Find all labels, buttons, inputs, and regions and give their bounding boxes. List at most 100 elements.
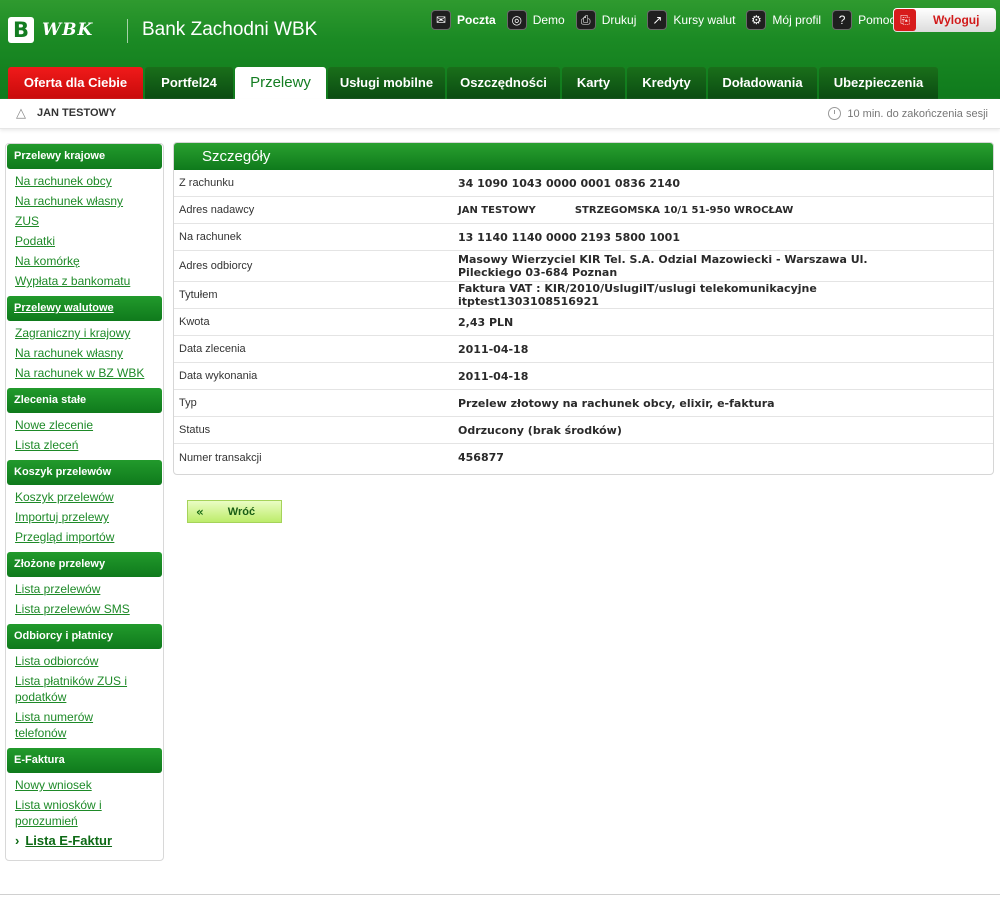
top-link-label: Demo <box>532 13 565 27</box>
detail-value: JAN TESTOWY STRZEGOMSKA 10/1 51-950 WROC… <box>458 203 993 217</box>
session-text: 10 min. do zakończenia sesji <box>847 107 988 120</box>
detail-label: Numer transakcji <box>179 451 262 464</box>
detail-value: Masowy Wierzyciel KIR Tel. S.A. Odzial M… <box>458 253 868 279</box>
top-link-label: Pomoc <box>858 13 896 27</box>
top-links: ✉ Poczta ◎ Demo ⎙ Drukuj ↗ Kursy walut ⚙… <box>431 9 906 31</box>
sidebar-item[interactable]: Na komórkę <box>15 253 163 269</box>
sidebar-heading: Koszyk przelewów <box>7 460 162 485</box>
detail-row: Na rachunek 13 1140 1140 0000 2193 5800 … <box>174 224 993 251</box>
sidebar-item[interactable]: Importuj przelewy <box>15 509 163 525</box>
tab-cards[interactable]: Karty <box>562 67 625 99</box>
sidebar-item[interactable]: Na rachunek własny <box>15 345 163 361</box>
logout-button[interactable]: ⎘ Wyloguj <box>893 8 996 32</box>
detail-value: Odrzucony (brak środków) <box>458 423 622 437</box>
top-link-label: Poczta <box>457 13 496 27</box>
sidebar-item[interactable]: Nowe zlecenie <box>15 417 163 433</box>
tab-top-ups[interactable]: Doładowania <box>708 67 817 99</box>
detail-row: Kwota 2,43 PLN <box>174 309 993 336</box>
footer-divider <box>0 894 1000 895</box>
sidebar-item-current[interactable]: Lista E-Faktur <box>15 833 163 849</box>
print-icon: ⎙ <box>575 10 596 30</box>
sender-name: JAN TESTOWY <box>458 205 536 216</box>
sidebar-section: Odbiorcy i płatnicy Lista odbiorców List… <box>6 624 163 748</box>
tab-portfel24[interactable]: Portfel24 <box>145 67 233 99</box>
tab-offer[interactable]: Oferta dla Ciebie <box>8 67 143 99</box>
top-link-exchange-rates[interactable]: ↗ Kursy walut <box>647 10 735 30</box>
detail-row: Status Odrzucony (brak środków) <box>174 417 993 444</box>
detail-label: Z rachunku <box>179 177 235 189</box>
sidebar-item[interactable]: Lista płatników ZUS i podatków <box>15 673 143 705</box>
sidebar-item[interactable]: Na rachunek w BZ WBK <box>15 365 163 381</box>
tab-insurance[interactable]: Ubezpieczenia <box>819 67 938 99</box>
top-link-help[interactable]: ? Pomoc <box>832 10 895 30</box>
top-link-demo[interactable]: ◎ Demo <box>506 10 565 30</box>
user-bar: △ JAN TESTOWY 10 min. do zakończenia ses… <box>0 99 1000 129</box>
detail-value: 456877 <box>458 451 504 464</box>
sidebar-item[interactable]: Na rachunek obcy <box>15 173 163 189</box>
user-name: JAN TESTOWY <box>37 107 117 119</box>
sidebar-item[interactable]: Wypłata z bankomatu <box>15 273 163 289</box>
sidebar-item[interactable]: Przegląd importów <box>15 529 163 545</box>
main-tabs: Oferta dla Ciebie Portfel24 Przelewy Usł… <box>8 67 940 99</box>
sidebar-item[interactable]: Na rachunek własny <box>15 193 163 209</box>
detail-label: Adres odbiorcy <box>179 260 253 272</box>
sidebar-section: Przelewy walutowe Zagraniczny i krajowy … <box>6 296 163 388</box>
sidebar-item[interactable]: Lista przelewów <box>15 581 163 597</box>
sidebar-item[interactable]: Nowy wniosek <box>15 777 163 793</box>
detail-row: Numer transakcji 456877 <box>174 444 993 471</box>
sidebar-item[interactable]: Lista zleceń <box>15 437 163 453</box>
top-link-print[interactable]: ⎙ Drukuj <box>575 10 637 30</box>
transfer-details-panel: Szczegóły Z rachunku 34 1090 1043 0000 0… <box>173 142 994 475</box>
help-icon: ? <box>832 10 853 30</box>
sidebar-heading[interactable]: Przelewy walutowe <box>7 296 162 321</box>
sidebar-heading: Odbiorcy i płatnicy <box>7 624 162 649</box>
tab-savings[interactable]: Oszczędności <box>447 67 560 99</box>
tab-transfers[interactable]: Przelewy <box>235 67 326 99</box>
bank-logo[interactable]: B WBK <box>8 17 93 43</box>
top-link-label: Drukuj <box>601 13 637 27</box>
mail-icon: ✉ <box>431 10 451 30</box>
detail-value: 2,43 PLN <box>458 315 514 329</box>
top-link-profile[interactable]: ⚙ Mój profil <box>746 10 821 30</box>
logout-label: Wyloguj <box>933 13 980 27</box>
detail-label: Typ <box>179 397 197 409</box>
header-divider <box>127 19 128 43</box>
sidebar-item[interactable]: Koszyk przelewów <box>15 489 163 505</box>
sidebar-item[interactable]: Lista wniosków i porozumień <box>15 797 115 829</box>
top-link-label: Mój profil <box>772 13 822 27</box>
sidebar-item[interactable]: ZUS <box>15 213 163 229</box>
tab-mobile-services[interactable]: Usługi mobilne <box>328 67 445 99</box>
detail-row: Tytułem Faktura VAT : KIR/2010/UslugiIT/… <box>174 282 993 309</box>
logo-text: WBK <box>42 20 94 40</box>
detail-row: Adres odbiorcy Masowy Wierzyciel KIR Tel… <box>174 251 993 282</box>
sidebar-heading: Złożone przelewy <box>7 552 162 577</box>
detail-value: Faktura VAT : KIR/2010/UslugiIT/uslugi t… <box>458 282 817 308</box>
demo-icon: ◎ <box>506 10 527 30</box>
top-link-mail[interactable]: ✉ Poczta <box>431 10 496 30</box>
sidebar-menu: Przelewy krajowe Na rachunek obcy Na rac… <box>5 143 164 861</box>
sidebar-item[interactable]: Lista numerów telefonów <box>15 709 115 741</box>
sidebar-item[interactable]: Lista przelewów SMS <box>15 601 163 617</box>
detail-value: Przelew złotowy na rachunek obcy, elixir… <box>458 396 775 410</box>
clock-icon <box>828 107 842 120</box>
back-button-label: Wróć <box>227 505 256 518</box>
sidebar-item[interactable]: Zagraniczny i krajowy <box>15 325 163 341</box>
bank-name: Bank Zachodni WBK <box>142 19 318 40</box>
detail-value: 2011-04-18 <box>458 342 529 356</box>
sidebar-section: Zlecenia stałe Nowe zlecenie Lista zlece… <box>6 388 163 460</box>
sidebar-item[interactable]: Lista odbiorców <box>15 653 163 669</box>
logout-icon: ⎘ <box>894 9 916 31</box>
back-button[interactable]: « Wróć <box>187 500 282 523</box>
detail-label: Data wykonania <box>179 370 258 382</box>
user-icon: △ <box>16 106 26 121</box>
sidebar-section: Przelewy krajowe Na rachunek obcy Na rac… <box>6 144 163 296</box>
top-header: B WBK Bank Zachodni WBK ✉ Poczta ◎ Demo … <box>0 0 1000 99</box>
top-link-label: Kursy walut <box>673 13 736 27</box>
tab-loans[interactable]: Kredyty <box>627 67 706 99</box>
detail-value: 34 1090 1043 0000 0001 0836 2140 <box>458 176 680 190</box>
sidebar-heading: Przelewy krajowe <box>7 144 162 169</box>
sidebar-item[interactable]: Podatki <box>15 233 163 249</box>
sender-address: STRZEGOMSKA 10/1 51-950 WROCŁAW <box>574 205 794 216</box>
profile-icon: ⚙ <box>746 10 767 30</box>
sidebar-section: E-Faktura Nowy wniosek Lista wniosków i … <box>6 748 163 856</box>
